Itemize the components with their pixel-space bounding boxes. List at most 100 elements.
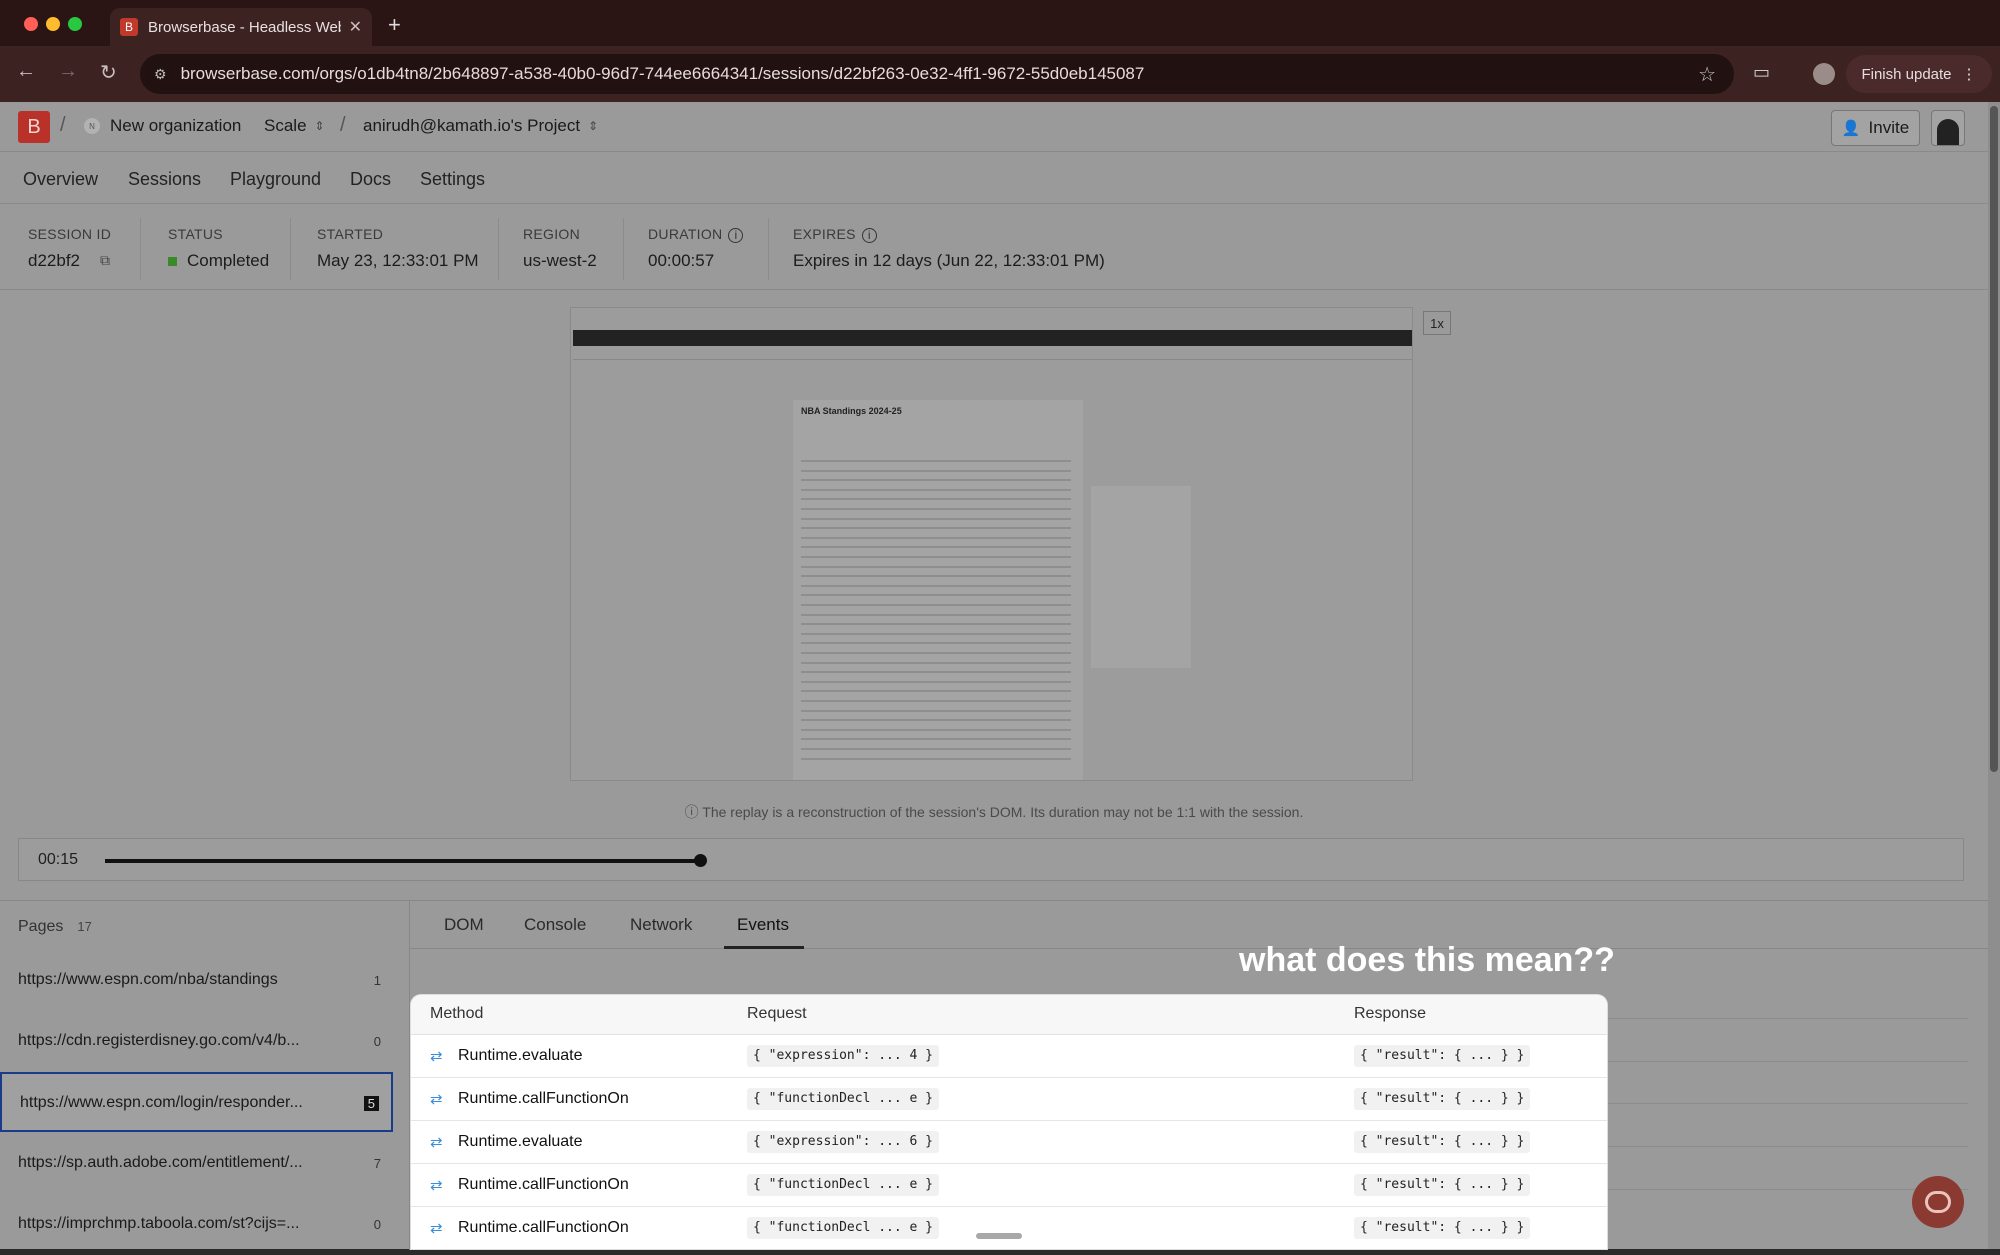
new-tab-button[interactable]: + bbox=[388, 12, 401, 38]
bookmark-star-icon[interactable]: ☆ bbox=[1698, 62, 1716, 87]
browserbase-logo[interactable]: B bbox=[18, 111, 50, 143]
progress-track[interactable] bbox=[105, 859, 700, 863]
event-response[interactable]: { "result": { ... } } bbox=[1354, 1088, 1531, 1110]
event-request[interactable]: { "functionDecl ... e } bbox=[747, 1174, 940, 1196]
divider bbox=[768, 218, 769, 280]
event-request[interactable]: { "expression": ... 4 } bbox=[747, 1045, 940, 1067]
nav-playground[interactable]: Playground bbox=[230, 169, 321, 190]
event-response[interactable]: { "result": { ... } } bbox=[1354, 1174, 1531, 1196]
browser-tab[interactable]: B Browserbase - Headless Web ✕ bbox=[110, 8, 372, 46]
user-menu-button[interactable] bbox=[1931, 110, 1965, 146]
support-chat-button[interactable] bbox=[1912, 1176, 1964, 1228]
project-selector[interactable]: anirudh@kamath.io's Project ⇕ bbox=[363, 116, 598, 136]
replay-table-line bbox=[801, 652, 1071, 654]
chat-bubble-icon bbox=[1925, 1191, 1951, 1213]
replay-table-line bbox=[801, 594, 1071, 597]
expires-label: EXPIRES i bbox=[793, 226, 877, 243]
plan-selector[interactable]: Scale ⇕ bbox=[264, 116, 325, 136]
add-user-icon: 👤 bbox=[1841, 120, 1861, 137]
replay-table-line bbox=[801, 719, 1071, 722]
close-tab-icon[interactable]: ✕ bbox=[349, 17, 362, 37]
page-item[interactable]: https://sp.auth.adobe.com/entitlement/..… bbox=[0, 1134, 393, 1194]
event-row[interactable]: ⇄ Runtime.callFunctionOn { "functionDecl… bbox=[411, 1164, 1607, 1207]
session-replay-viewport[interactable]: NBA Standings 2024-25 bbox=[570, 307, 1413, 781]
event-request[interactable]: { "functionDecl ... e } bbox=[747, 1088, 940, 1110]
finish-update-button[interactable]: Finish update ⋮ bbox=[1846, 55, 1992, 93]
replay-table-line bbox=[801, 479, 1071, 482]
tab-dom[interactable]: DOM bbox=[444, 915, 484, 935]
org-name: New organization bbox=[110, 116, 242, 135]
info-icon[interactable]: i bbox=[861, 228, 877, 243]
replay-table-line bbox=[801, 690, 1071, 693]
nav-docs[interactable]: Docs bbox=[350, 169, 391, 190]
profile-avatar[interactable] bbox=[1813, 63, 1835, 85]
bidirectional-arrow-icon: ⇄ bbox=[430, 1220, 443, 1237]
event-row[interactable]: ⇄ Runtime.callFunctionOn { "functionDecl… bbox=[411, 1078, 1607, 1121]
event-request[interactable]: { "expression": ... 6 } bbox=[747, 1131, 940, 1153]
cast-icon[interactable]: ▭ bbox=[1753, 62, 1770, 83]
nav-settings[interactable]: Settings bbox=[420, 169, 485, 190]
page-item[interactable]: https://imprchmp.taboola.com/st?cijs=...… bbox=[0, 1195, 393, 1255]
replay-table-line bbox=[801, 556, 1071, 558]
page-item[interactable]: https://cdn.registerdisney.go.com/v4/b..… bbox=[0, 1012, 393, 1072]
event-method: Runtime.callFunctionOn bbox=[458, 1176, 629, 1193]
tab-events[interactable]: Events bbox=[737, 915, 789, 935]
replay-table-line bbox=[801, 536, 1071, 539]
duration-label: DURATION i bbox=[648, 226, 744, 243]
chevron-updown-icon: ⇕ bbox=[588, 119, 599, 133]
event-row[interactable]: ⇄ Runtime.evaluate { "expression": ... 4… bbox=[411, 1035, 1607, 1078]
main-nav: Overview Sessions Playground Docs Settin… bbox=[0, 152, 1988, 204]
replay-table-line bbox=[801, 632, 1071, 635]
divider bbox=[290, 218, 291, 280]
event-request[interactable]: { "functionDecl ... e } bbox=[747, 1217, 940, 1239]
page-item[interactable]: https://www.espn.com/nba/standings 1 bbox=[0, 951, 393, 1011]
more-menu-icon[interactable]: ⋮ bbox=[1962, 65, 1977, 83]
address-bar[interactable]: ⚙ browserbase.com/orgs/o1db4tn8/2b648897… bbox=[140, 54, 1734, 94]
breadcrumb-separator: / bbox=[60, 114, 66, 136]
started-value: May 23, 12:33:01 PM bbox=[317, 251, 479, 270]
event-row[interactable]: ⇄ Runtime.callFunctionOn { "functionDecl… bbox=[411, 1207, 1607, 1249]
project-name: anirudh@kamath.io's Project bbox=[363, 116, 581, 135]
replay-table-line bbox=[801, 604, 1071, 606]
close-window-button[interactable] bbox=[24, 17, 38, 31]
drag-handle[interactable] bbox=[976, 1233, 1022, 1239]
back-arrow-icon[interactable]: ← bbox=[16, 60, 36, 83]
bidirectional-arrow-icon: ⇄ bbox=[430, 1091, 443, 1108]
page-event-count: 7 bbox=[373, 1156, 381, 1171]
org-switcher[interactable]: N New organization bbox=[84, 116, 241, 136]
replay-table-line bbox=[801, 661, 1071, 664]
maximize-window-button[interactable] bbox=[68, 17, 82, 31]
tab-network[interactable]: Network bbox=[630, 915, 692, 935]
info-icon[interactable]: i bbox=[728, 228, 744, 243]
event-response[interactable]: { "result": { ... } } bbox=[1354, 1217, 1531, 1239]
region-value: us-west-2 bbox=[523, 251, 597, 270]
scrollbar-thumb[interactable] bbox=[1990, 106, 1998, 772]
pages-list: Pages 17 https://www.espn.com/nba/standin… bbox=[0, 901, 410, 1250]
bidirectional-arrow-icon: ⇄ bbox=[430, 1048, 443, 1065]
status-dot bbox=[168, 257, 177, 266]
site-settings-icon[interactable]: ⚙ bbox=[154, 66, 167, 83]
status-text: Completed bbox=[187, 251, 270, 270]
event-response[interactable]: { "result": { ... } } bbox=[1354, 1045, 1531, 1067]
nav-overview[interactable]: Overview bbox=[23, 169, 98, 190]
divider bbox=[623, 218, 624, 280]
copy-icon[interactable]: ⧉ bbox=[100, 252, 110, 269]
page-scrollbar[interactable] bbox=[1988, 102, 2000, 1249]
replay-note-text: The replay is a reconstruction of the se… bbox=[702, 804, 1304, 820]
minimize-window-button[interactable] bbox=[46, 17, 60, 31]
nav-sessions[interactable]: Sessions bbox=[128, 169, 201, 190]
tab-console[interactable]: Console bbox=[524, 915, 586, 935]
invite-label: Invite bbox=[1868, 118, 1910, 137]
forward-arrow-icon[interactable]: → bbox=[58, 60, 78, 83]
invite-button[interactable]: 👤 Invite bbox=[1831, 110, 1920, 146]
playback-speed-button[interactable]: 1x bbox=[1423, 311, 1451, 335]
reload-icon[interactable]: ↻ bbox=[100, 60, 117, 85]
replay-table-line bbox=[801, 517, 1071, 520]
page-item-selected[interactable]: https://www.espn.com/login/responder... … bbox=[0, 1072, 393, 1132]
replay-site-subnav bbox=[573, 346, 1412, 360]
event-row[interactable]: ⇄ Runtime.evaluate { "expression": ... 6… bbox=[411, 1121, 1607, 1164]
duration-value: 00:00:57 bbox=[648, 251, 715, 270]
page-url: https://imprchmp.taboola.com/st?cijs=... bbox=[18, 1215, 300, 1232]
event-response[interactable]: { "result": { ... } } bbox=[1354, 1131, 1531, 1153]
progress-thumb[interactable] bbox=[694, 854, 707, 867]
